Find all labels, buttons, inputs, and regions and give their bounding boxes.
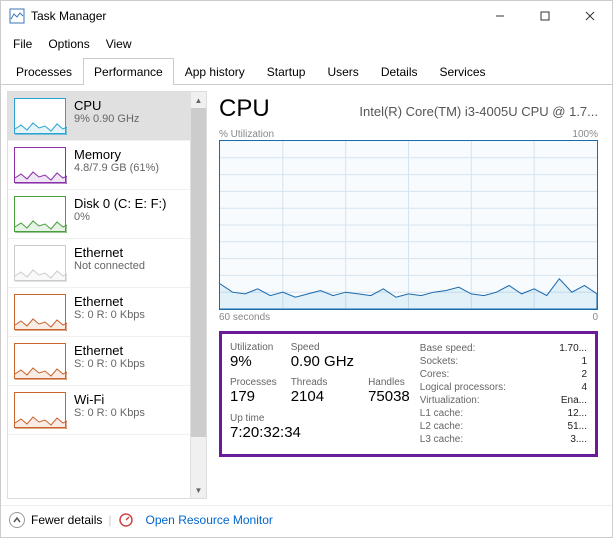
label-processes: Processes <box>230 377 277 388</box>
sidebar-item-cpu[interactable]: CPU9% 0.90 GHz <box>8 92 190 141</box>
label-sockets: Sockets: <box>420 356 458 367</box>
minimize-button[interactable] <box>477 1 522 31</box>
sidebar-item-label: Disk 0 (C: E: F:) <box>74 196 166 211</box>
label-utilization: Utilization <box>230 342 277 353</box>
sidebar-item-label: Wi-Fi <box>74 392 145 407</box>
sidebar-item-ethernet[interactable]: EthernetS: 0 R: 0 Kbps <box>8 337 190 386</box>
thumb-3 <box>14 245 66 281</box>
titlebar[interactable]: Task Manager <box>1 1 612 31</box>
open-resmon-link[interactable]: Open Resource Monitor <box>146 513 273 527</box>
thumb-4 <box>14 294 66 330</box>
value-l3: 3.... <box>570 434 587 445</box>
menu-options[interactable]: Options <box>40 33 97 55</box>
chart-label-tl: % Utilization <box>219 129 274 140</box>
sidebar-item-sub: 4.8/7.9 GB (61%) <box>74 162 159 174</box>
sidebar-item-sub: S: 0 R: 0 Kbps <box>74 407 145 419</box>
page-title: CPU <box>219 95 270 123</box>
scroll-thumb[interactable] <box>191 108 206 437</box>
tab-users[interactable]: Users <box>316 58 369 85</box>
thumb-0 <box>14 98 66 134</box>
sidebar-item-label: Memory <box>74 147 159 162</box>
tab-services[interactable]: Services <box>429 58 497 85</box>
app-icon <box>9 8 25 24</box>
thumb-6 <box>14 392 66 428</box>
value-logical: 4 <box>581 382 587 393</box>
label-l1: L1 cache: <box>420 408 463 419</box>
sidebar-item-sub: 0% <box>74 211 166 223</box>
value-speed: 0.90 GHz <box>291 353 354 370</box>
sidebar-item-sub: S: 0 R: 0 Kbps <box>74 309 145 321</box>
tab-strip: Processes Performance App history Startu… <box>1 57 612 85</box>
footer: Fewer details | Open Resource Monitor <box>1 505 612 534</box>
sidebar-item-disk-0-c-e-f-[interactable]: Disk 0 (C: E: F:)0% <box>8 190 190 239</box>
value-handles: 75038 <box>368 388 410 405</box>
content-area: CPU9% 0.90 GHzMemory4.8/7.9 GB (61%)Disk… <box>1 85 612 505</box>
value-processes: 179 <box>230 388 277 405</box>
chart-label-bl: 60 seconds <box>219 312 270 323</box>
label-speed: Speed <box>291 342 354 353</box>
thumb-5 <box>14 343 66 379</box>
menu-file[interactable]: File <box>5 33 40 55</box>
sidebar-item-ethernet[interactable]: EthernetNot connected <box>8 239 190 288</box>
thumb-2 <box>14 196 66 232</box>
cpu-model: Intel(R) Core(TM) i3-4005U CPU @ 1.7... <box>359 104 598 119</box>
scroll-up-arrow-icon[interactable]: ▲ <box>191 92 206 108</box>
sidebar-item-memory[interactable]: Memory4.8/7.9 GB (61%) <box>8 141 190 190</box>
sidebar-scrollbar[interactable]: ▲ ▼ <box>190 92 206 498</box>
value-virtualization: Ena... <box>561 395 587 406</box>
main-panel: CPU Intel(R) Core(TM) i3-4005U CPU @ 1.7… <box>211 91 606 499</box>
sidebar-item-wi-fi[interactable]: Wi-FiS: 0 R: 0 Kbps <box>8 386 190 435</box>
resource-sidebar[interactable]: CPU9% 0.90 GHzMemory4.8/7.9 GB (61%)Disk… <box>7 91 207 499</box>
value-base-speed: 1.70... <box>559 343 587 354</box>
menu-view[interactable]: View <box>98 33 140 55</box>
sidebar-item-label: Ethernet <box>74 294 145 309</box>
chart-label-br: 0 <box>592 312 598 323</box>
value-cores: 2 <box>581 369 587 380</box>
label-l3: L3 cache: <box>420 434 463 445</box>
menubar: File Options View <box>1 31 612 57</box>
sidebar-item-label: Ethernet <box>74 245 145 260</box>
window-title: Task Manager <box>31 9 477 23</box>
sidebar-item-ethernet[interactable]: EthernetS: 0 R: 0 Kbps <box>8 288 190 337</box>
chart-label-tr: 100% <box>572 129 598 140</box>
sidebar-item-sub: Not connected <box>74 260 145 272</box>
maximize-button[interactable] <box>522 1 567 31</box>
sidebar-item-label: CPU <box>74 98 139 113</box>
label-cores: Cores: <box>420 369 449 380</box>
sidebar-item-sub: S: 0 R: 0 Kbps <box>74 358 145 370</box>
scroll-down-arrow-icon[interactable]: ▼ <box>191 482 206 498</box>
label-base-speed: Base speed: <box>420 343 476 354</box>
label-handles: Handles <box>368 377 410 388</box>
resmon-icon <box>118 512 134 528</box>
value-l1: 12... <box>568 408 587 419</box>
label-threads: Threads <box>291 377 354 388</box>
cpu-details: Utilization9% Speed0.90 GHz Processes179… <box>219 331 598 457</box>
utilization-chart <box>219 140 598 310</box>
sidebar-item-label: Ethernet <box>74 343 145 358</box>
label-virtualization: Virtualization: <box>420 395 480 406</box>
tab-app-history[interactable]: App history <box>174 58 256 85</box>
thumb-1 <box>14 147 66 183</box>
value-utilization: 9% <box>230 353 277 370</box>
close-button[interactable] <box>567 1 612 31</box>
fewer-details-link[interactable]: Fewer details <box>31 513 102 527</box>
tab-details[interactable]: Details <box>370 58 429 85</box>
value-threads: 2104 <box>291 388 354 405</box>
value-sockets: 1 <box>581 356 587 367</box>
label-uptime: Up time <box>230 413 410 424</box>
tab-processes[interactable]: Processes <box>5 58 83 85</box>
value-l2: 51... <box>568 421 587 432</box>
chevron-up-icon <box>9 512 25 528</box>
value-uptime: 7:20:32:34 <box>230 424 410 441</box>
tab-performance[interactable]: Performance <box>83 58 174 85</box>
label-logical: Logical processors: <box>420 382 506 393</box>
separator: | <box>108 513 111 527</box>
sidebar-item-sub: 9% 0.90 GHz <box>74 113 139 125</box>
label-l2: L2 cache: <box>420 421 463 432</box>
tab-startup[interactable]: Startup <box>256 58 317 85</box>
